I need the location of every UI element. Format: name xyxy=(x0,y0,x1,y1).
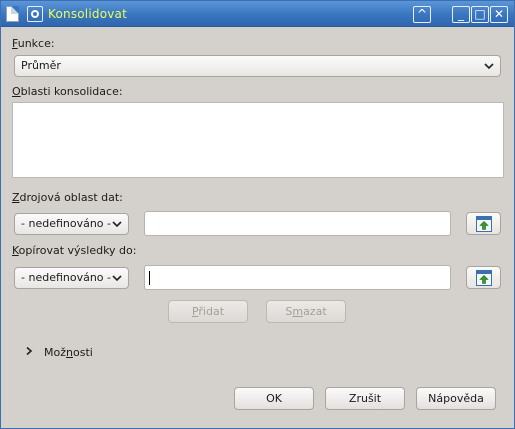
copy-shrink-button[interactable] xyxy=(466,266,501,289)
help-button[interactable]: Nápověda xyxy=(416,387,496,410)
function-value: Průměr xyxy=(21,59,61,72)
copy-results-input[interactable] xyxy=(144,265,451,290)
areas-label: Oblasti konsolidace: xyxy=(12,85,123,98)
maximize-button[interactable]: □ xyxy=(471,6,489,23)
window-menu-icon xyxy=(31,10,39,18)
chevron-down-icon xyxy=(112,221,122,228)
shade-button[interactable]: ^ xyxy=(413,6,431,23)
consolidation-areas-list[interactable] xyxy=(12,102,504,178)
document-icon xyxy=(6,6,19,22)
function-select[interactable]: Průměr xyxy=(14,55,501,77)
delete-button[interactable]: Smazat xyxy=(266,300,346,323)
add-button[interactable]: Přidat xyxy=(168,300,248,323)
minimize-button[interactable]: _ xyxy=(452,6,470,23)
consolidate-dialog: Konsolidovat ^ _ □ ✕ Funkce: Průměr Obla… xyxy=(0,0,515,429)
source-label: Zdrojová oblast dat: xyxy=(12,191,123,204)
copy-label: Kopírovat výsledky do: xyxy=(12,244,137,257)
title-bar[interactable]: Konsolidovat ^ _ □ ✕ xyxy=(1,1,514,27)
shrink-range-icon xyxy=(476,216,492,232)
text-caret xyxy=(149,271,150,285)
source-range-select[interactable]: - nedefinováno - xyxy=(14,213,129,235)
chevron-down-icon xyxy=(112,275,122,282)
chevron-down-icon xyxy=(484,63,494,70)
expander-arrow-icon[interactable] xyxy=(25,346,33,356)
shrink-range-icon xyxy=(476,270,492,286)
options-expander-label[interactable]: Možnosti xyxy=(44,346,93,359)
close-button[interactable]: ✕ xyxy=(490,6,508,23)
window-title: Konsolidovat xyxy=(48,7,127,21)
source-range-input[interactable] xyxy=(144,211,451,236)
cancel-button[interactable]: Zrušit xyxy=(325,387,405,410)
function-label: Funkce: xyxy=(12,37,55,50)
window-menu-button[interactable] xyxy=(27,6,43,22)
copy-results-select[interactable]: - nedefinováno - xyxy=(14,267,129,289)
source-range-value: - nedefinováno - xyxy=(21,217,112,230)
copy-results-value: - nedefinováno - xyxy=(21,271,112,284)
ok-button[interactable]: OK xyxy=(234,387,314,410)
source-shrink-button[interactable] xyxy=(466,212,501,235)
